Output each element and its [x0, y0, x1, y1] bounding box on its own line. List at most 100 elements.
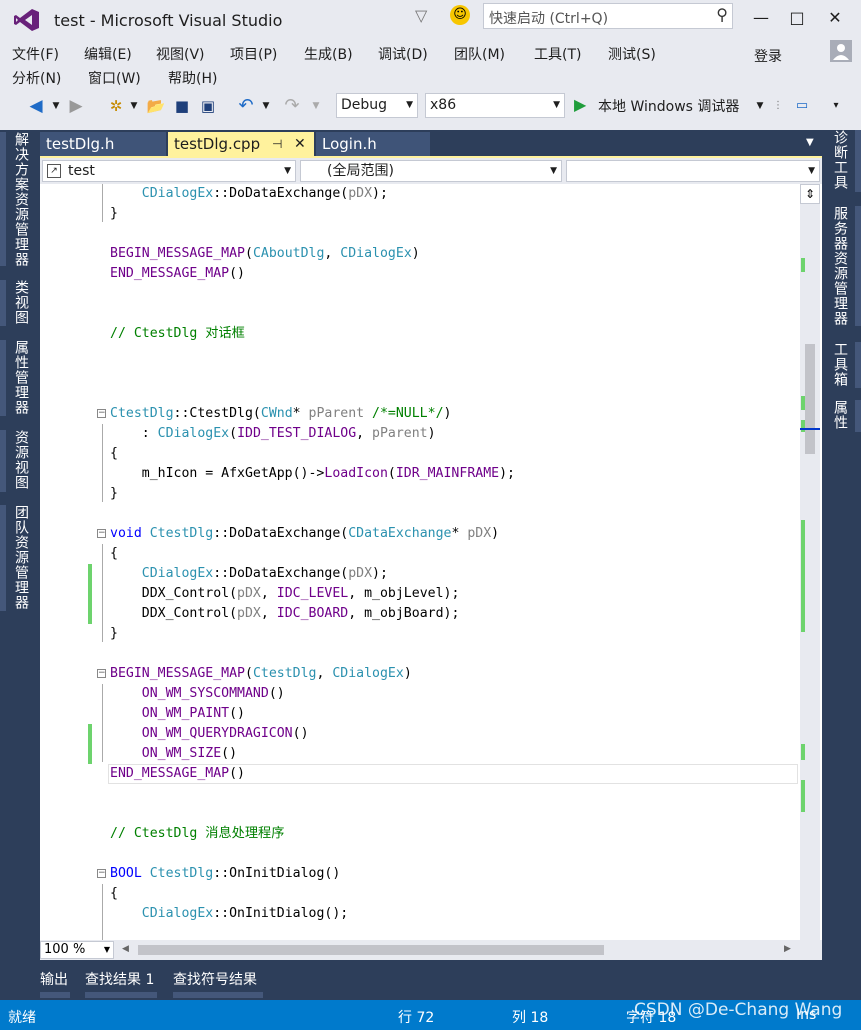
code-line: BEGIN_MESSAGE_MAP(CAboutDlg, CDialogEx)	[110, 246, 420, 261]
solution-config-select[interactable]: Debug ▼	[336, 93, 418, 118]
toolbox-tab[interactable]: 工具箱	[830, 342, 850, 387]
start-debug-button[interactable]: 本地 Windows 调试器	[598, 96, 739, 116]
resource-view-tab[interactable]: 资源视图	[11, 430, 31, 490]
code-line: {	[110, 546, 118, 561]
zoom-value: 100 %	[44, 942, 86, 957]
navigate-forward-icon[interactable]: ▶	[66, 96, 86, 116]
split-editor-icon[interactable]: ⇕	[800, 184, 820, 204]
scope-select[interactable]: (全局范围) ▼	[300, 160, 562, 182]
menu-window[interactable]: 窗口(W)	[88, 68, 141, 88]
feedback-smiley-icon[interactable]: ☺	[450, 5, 470, 25]
menu-help[interactable]: 帮助(H)	[168, 68, 217, 88]
change-marker	[801, 420, 805, 432]
start-debug-icon[interactable]: ▶	[574, 95, 586, 114]
back-dropdown-icon[interactable]: ▼	[46, 96, 66, 116]
save-all-icon[interactable]: ▣	[198, 96, 218, 116]
tab-testdlg-h[interactable]: testDlg.h	[40, 132, 166, 156]
chevron-down-icon: ▼	[406, 100, 413, 110]
code-line: ON_WM_PAINT()	[141, 706, 245, 721]
new-dropdown-icon[interactable]: ▼	[124, 96, 144, 116]
code-editor[interactable]: CDialogEx::DoDataExchange(pDX); } BEGIN_…	[40, 184, 822, 940]
window-title: test - Microsoft Visual Studio	[54, 11, 283, 30]
solution-platform-select[interactable]: x86 ▼	[425, 93, 565, 118]
undo-dropdown-icon[interactable]: ▼	[256, 96, 276, 116]
toolbar-action-icon[interactable]: ▭	[792, 96, 812, 116]
menu-file[interactable]: 文件(F)	[12, 44, 59, 64]
code-line: CtestDlg::CtestDlg(CWnd* pParent /*=NULL…	[110, 406, 452, 421]
close-button[interactable]: ✕	[818, 6, 852, 30]
open-file-icon[interactable]: 📂	[146, 96, 166, 116]
code-line: {	[110, 446, 118, 461]
tab-list-dropdown-icon[interactable]: ▼	[806, 137, 814, 148]
user-avatar-icon[interactable]	[830, 40, 852, 62]
menu-analyze[interactable]: 分析(N)	[12, 68, 61, 88]
solution-explorer-tab[interactable]: 解决方案资源管理器	[11, 132, 31, 267]
team-explorer-tab[interactable]: 团队资源管理器	[11, 505, 31, 610]
scroll-left-icon[interactable]: ◀	[122, 944, 129, 954]
panel-tab-indicator	[0, 280, 6, 326]
collapse-icon[interactable]: −	[97, 529, 106, 538]
project-select[interactable]: ↗ test ▼	[42, 160, 296, 182]
toolbar-overflow-icon[interactable]: ▾	[826, 96, 846, 116]
collapse-icon[interactable]: −	[97, 409, 106, 418]
filter-icon[interactable]: ▽	[415, 6, 427, 25]
redo-dropdown-icon[interactable]: ▼	[306, 96, 326, 116]
change-marker	[801, 520, 805, 632]
new-project-icon[interactable]: ✲	[106, 96, 126, 116]
panel-tab-indicator	[855, 130, 861, 192]
properties-tab[interactable]: 属性	[830, 400, 850, 430]
panel-tab-indicator	[855, 342, 861, 388]
output-tab[interactable]: 输出	[40, 969, 68, 989]
code-line: }	[110, 486, 118, 501]
find-results-tab[interactable]: 查找结果 1	[85, 969, 154, 989]
collapse-icon[interactable]: −	[97, 669, 106, 678]
save-icon[interactable]: ■	[172, 96, 192, 116]
zoom-select[interactable]: 100 % ▼	[40, 941, 114, 959]
tab-login-h[interactable]: Login.h	[316, 132, 430, 156]
panel-tab-indicator	[855, 206, 861, 326]
horizontal-scroll-thumb[interactable]	[138, 945, 604, 955]
vertical-scrollbar[interactable]: ⇕	[800, 184, 820, 940]
pin-tab-icon[interactable]: ⊣	[272, 132, 282, 156]
server-explorer-tab[interactable]: 服务器资源管理器	[830, 206, 850, 326]
redo-icon[interactable]: ↷	[282, 96, 302, 116]
menu-tools[interactable]: 工具(T)	[534, 44, 581, 64]
minimize-button[interactable]: —	[744, 6, 778, 30]
menu-team[interactable]: 团队(M)	[454, 44, 505, 64]
menu-view[interactable]: 视图(V)	[156, 44, 205, 64]
change-marker	[801, 780, 805, 812]
chevron-down-icon: ▼	[553, 100, 560, 110]
scroll-thumb[interactable]	[805, 344, 815, 454]
tab-testdlg-cpp[interactable]: testDlg.cpp ⊣ ✕	[168, 132, 314, 156]
code-comment: // CtestDlg 对话框	[110, 326, 245, 341]
panel-tab-indicator	[855, 400, 861, 432]
menu-edit[interactable]: 编辑(E)	[84, 44, 132, 64]
member-select[interactable]: ▼	[566, 160, 820, 182]
panel-tab-indicator	[0, 505, 6, 611]
solution-platform-value: x86	[430, 97, 457, 113]
undo-icon[interactable]: ↶	[236, 96, 256, 116]
find-symbol-results-tab[interactable]: 查找符号结果	[173, 969, 257, 989]
navigate-back-icon[interactable]: ◀	[26, 96, 46, 116]
code-line: ON_WM_SIZE()	[141, 746, 238, 761]
collapse-icon[interactable]: −	[97, 869, 106, 878]
diagnostic-tools-tab[interactable]: 诊断工具	[830, 130, 850, 190]
class-view-tab[interactable]: 类视图	[11, 280, 31, 325]
status-ready: 就绪	[8, 1010, 36, 1026]
fold-guide	[102, 884, 103, 940]
quick-launch-input[interactable]: 快速启动 (Ctrl+Q) ⚲	[483, 3, 733, 29]
panel-tab-indicator	[173, 992, 263, 998]
property-manager-tab[interactable]: 属性管理器	[11, 340, 31, 415]
code-line: CDialogEx::DoDataExchange(pDX);	[141, 186, 388, 201]
close-tab-icon[interactable]: ✕	[294, 132, 306, 156]
project-icon: ↗	[47, 164, 61, 178]
menu-test[interactable]: 测试(S)	[608, 44, 656, 64]
menu-project[interactable]: 项目(P)	[230, 44, 277, 64]
menu-build[interactable]: 生成(B)	[304, 44, 353, 64]
menu-debug[interactable]: 调试(D)	[378, 44, 428, 64]
sign-in-link[interactable]: 登录	[754, 46, 782, 66]
search-icon: ⚲	[716, 5, 728, 24]
scroll-right-icon[interactable]: ▶	[784, 944, 791, 954]
maximize-button[interactable]: □	[780, 6, 814, 30]
run-dropdown-icon[interactable]: ▼	[750, 96, 770, 116]
